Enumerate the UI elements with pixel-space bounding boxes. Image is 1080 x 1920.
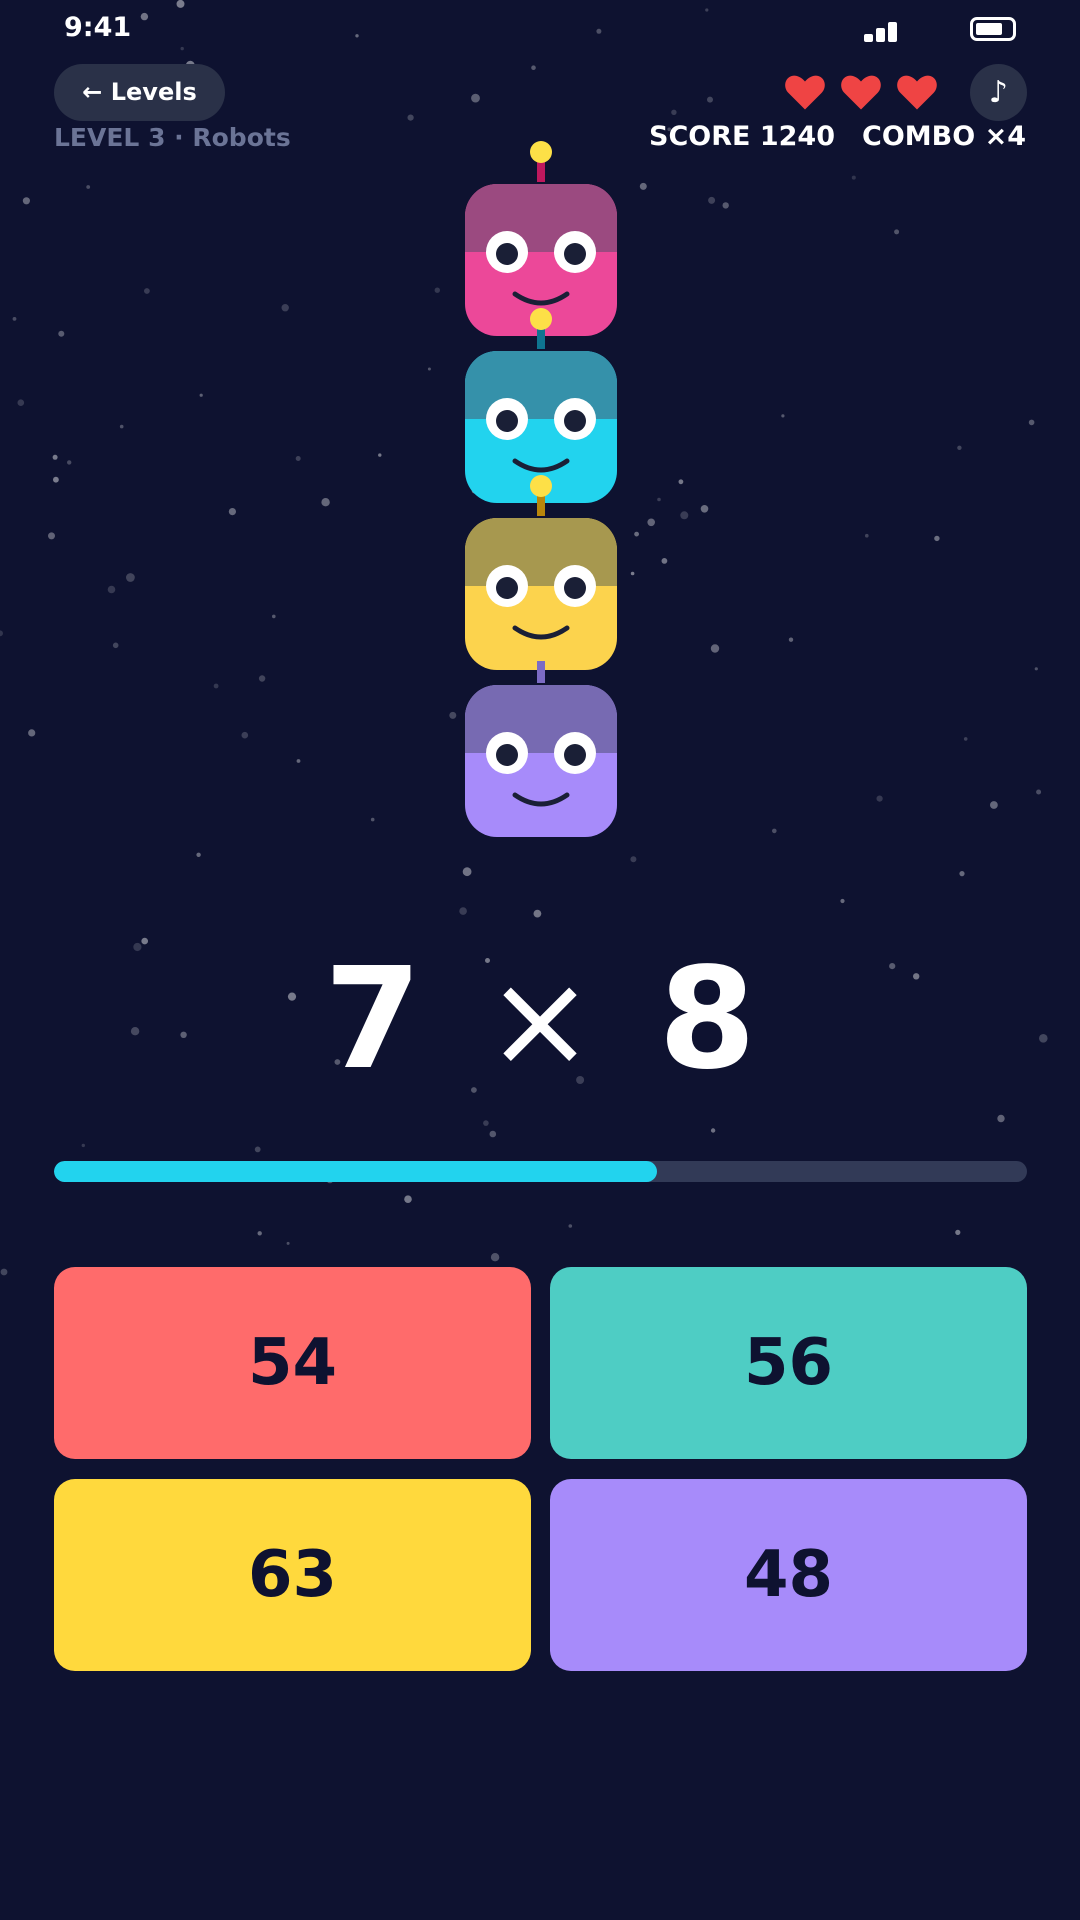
antenna-bulb [530,141,552,163]
heart-icon [785,75,825,110]
problem-right-operand: 8 [658,938,756,1101]
back-to-levels-button[interactable]: ← Levels [54,64,225,121]
timer-bar [54,1161,1027,1182]
answer-button[interactable]: 48 [550,1479,1027,1671]
purple-robot [465,661,617,837]
antenna-bulb [530,475,552,497]
yellow-robot [465,475,617,670]
antenna-bulb [530,308,552,330]
answer-button[interactable]: 63 [54,1479,531,1671]
multiply-operator: × [485,944,595,1096]
combo-label: COMBO ×4 [862,121,1026,152]
battery-icon [970,17,1016,41]
antenna-stem [537,661,545,683]
status-time: 9:41 [64,12,132,43]
answer-button[interactable]: 54 [54,1267,531,1459]
battery-level [976,23,1002,35]
score-row: SCORE 1240 COMBO ×4 [649,120,1026,154]
heart-icon [897,75,937,110]
problem-left-operand: 7 [324,938,422,1101]
music-note-icon: ♪ [988,75,1009,110]
music-toggle-button[interactable]: ♪ [970,64,1027,121]
antenna-stem [537,160,545,182]
math-problem: 7 × 8 [0,938,1080,1101]
level-label: LEVEL 3 · Robots [54,123,291,152]
signal-icon [864,20,898,42]
score-label: SCORE 1240 [649,121,836,152]
antenna-stem [537,327,545,349]
antenna-stem [537,494,545,516]
heart-icon [841,75,881,110]
lives-indicator [784,72,938,116]
answer-button[interactable]: 56 [550,1267,1027,1459]
timer-bar-fill [54,1161,658,1182]
game-screen: 9:41 ← Levels ♪ LEVEL 3 · Robots SCORE 1… [0,0,1080,1920]
